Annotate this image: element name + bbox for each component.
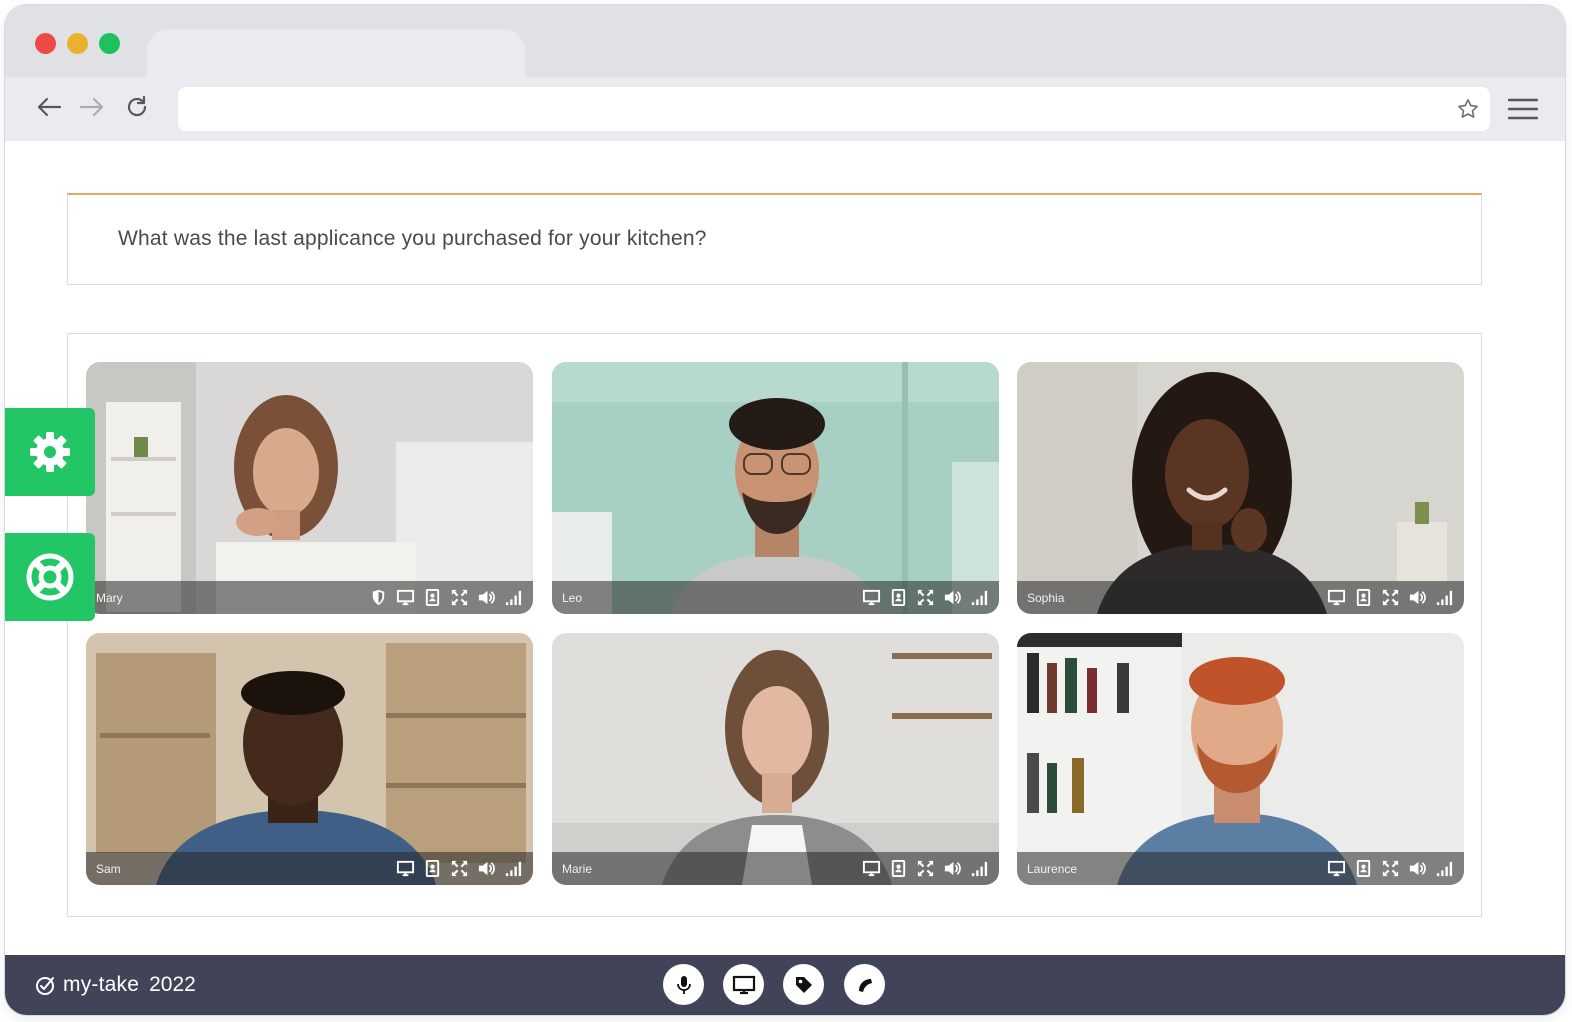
screen-share-icon	[732, 975, 755, 994]
signal-icon	[505, 861, 522, 877]
contact-icon[interactable]	[889, 859, 908, 878]
tab-bar	[5, 5, 1565, 77]
volume-icon[interactable]	[943, 588, 962, 607]
tag-icon	[795, 976, 812, 993]
tile-controls	[862, 859, 989, 878]
tag-button[interactable]	[783, 964, 824, 1005]
signal-icon	[971, 590, 988, 606]
star-icon[interactable]	[1456, 97, 1480, 121]
expand-icon[interactable]	[1381, 859, 1400, 878]
tile-bar: Leo	[552, 581, 999, 614]
browser-toolbar	[5, 77, 1565, 141]
participants-grid: Mary Leo Sophia Sam Marie Laurence	[67, 333, 1482, 917]
expand-icon[interactable]	[450, 859, 469, 878]
tile-bar: Sophia	[1017, 581, 1464, 614]
arrow-left-icon	[37, 97, 62, 117]
screen-share-button[interactable]	[723, 964, 764, 1005]
screen-icon[interactable]	[396, 859, 415, 878]
back-button[interactable]	[32, 90, 66, 124]
participant-name: Laurence	[1027, 861, 1078, 876]
participant-video	[86, 362, 533, 614]
participant-tile[interactable]: Sophia	[1017, 362, 1464, 614]
volume-icon[interactable]	[1408, 588, 1427, 607]
volume-icon[interactable]	[477, 588, 496, 607]
screen-icon[interactable]	[1327, 859, 1346, 878]
participant-video	[552, 362, 999, 614]
maximize-window-button[interactable]	[99, 33, 120, 54]
tile-controls	[396, 859, 523, 878]
screen-icon[interactable]	[396, 588, 415, 607]
hamburger-menu-icon[interactable]	[1508, 97, 1538, 121]
participant-name: Sam	[96, 861, 121, 876]
participant-name: Sophia	[1027, 590, 1065, 605]
volume-icon[interactable]	[1408, 859, 1427, 878]
lifebuoy-icon	[26, 553, 74, 601]
contact-icon[interactable]	[423, 859, 442, 878]
signal-icon	[971, 861, 988, 877]
participant-name: Marie	[562, 861, 593, 876]
signal-icon	[505, 590, 522, 606]
contact-icon[interactable]	[423, 588, 442, 607]
contact-icon[interactable]	[1354, 588, 1373, 607]
signal-icon	[1436, 590, 1453, 606]
browser-window: What was the last applicance you purchas…	[5, 5, 1565, 1015]
end-call-icon	[858, 978, 872, 992]
contact-icon[interactable]	[1354, 859, 1373, 878]
address-bar[interactable]	[178, 87, 1490, 131]
expand-icon[interactable]	[916, 588, 935, 607]
close-window-button[interactable]	[35, 33, 56, 54]
screen-icon[interactable]	[1327, 588, 1346, 607]
microphone-button[interactable]	[663, 964, 704, 1005]
participant-tile[interactable]: Laurence	[1017, 633, 1464, 885]
question-panel: What was the last applicance you purchas…	[67, 193, 1482, 285]
help-button[interactable]	[5, 533, 95, 621]
expand-icon[interactable]	[916, 859, 935, 878]
tile-controls	[369, 588, 523, 607]
tile-bar: Laurence	[1017, 852, 1464, 885]
minimize-window-button[interactable]	[67, 33, 88, 54]
participant-tile[interactable]: Mary	[86, 362, 533, 614]
participant-name: Mary	[96, 590, 123, 605]
participant-tile[interactable]: Sam	[86, 633, 533, 885]
microphone-icon	[676, 975, 691, 994]
participant-video	[1017, 362, 1464, 614]
tile-controls	[1327, 859, 1454, 878]
gear-icon	[30, 432, 70, 472]
settings-button[interactable]	[5, 408, 95, 496]
contact-icon[interactable]	[889, 588, 908, 607]
participant-name: Leo	[562, 590, 583, 605]
forward-button[interactable]	[75, 90, 109, 124]
screen-icon[interactable]	[862, 859, 881, 878]
participant-tile[interactable]: Leo	[552, 362, 999, 614]
shield-icon[interactable]	[369, 588, 388, 607]
participant-video	[1017, 633, 1464, 885]
brand: my-take 2022	[35, 973, 196, 997]
tile-controls	[862, 588, 989, 607]
participant-tile[interactable]: Marie	[552, 633, 999, 885]
expand-icon[interactable]	[450, 588, 469, 607]
page-content: What was the last applicance you purchas…	[5, 141, 1565, 959]
tile-bar: Marie	[552, 852, 999, 885]
volume-icon[interactable]	[477, 859, 496, 878]
reload-button[interactable]	[120, 90, 154, 124]
participant-video	[86, 633, 533, 885]
end-call-button[interactable]	[844, 964, 885, 1005]
arrow-right-icon	[79, 97, 104, 117]
browser-tab[interactable]	[147, 29, 525, 77]
reload-icon	[127, 95, 147, 117]
expand-icon[interactable]	[1381, 588, 1400, 607]
tile-bar: Sam	[86, 852, 533, 885]
window-controls	[35, 33, 120, 54]
tile-bar: Mary	[86, 581, 533, 614]
tile-controls	[1327, 588, 1454, 607]
question-text: What was the last applicance you purchas…	[118, 227, 707, 250]
brand-year: 2022	[149, 973, 196, 996]
signal-icon	[1436, 861, 1453, 877]
volume-icon[interactable]	[943, 859, 962, 878]
participant-video	[552, 633, 999, 885]
brand-name: my-take	[63, 973, 140, 996]
call-footer: my-take 2022	[5, 955, 1565, 1015]
brand-logo-icon	[36, 977, 54, 995]
screen-icon[interactable]	[862, 588, 881, 607]
